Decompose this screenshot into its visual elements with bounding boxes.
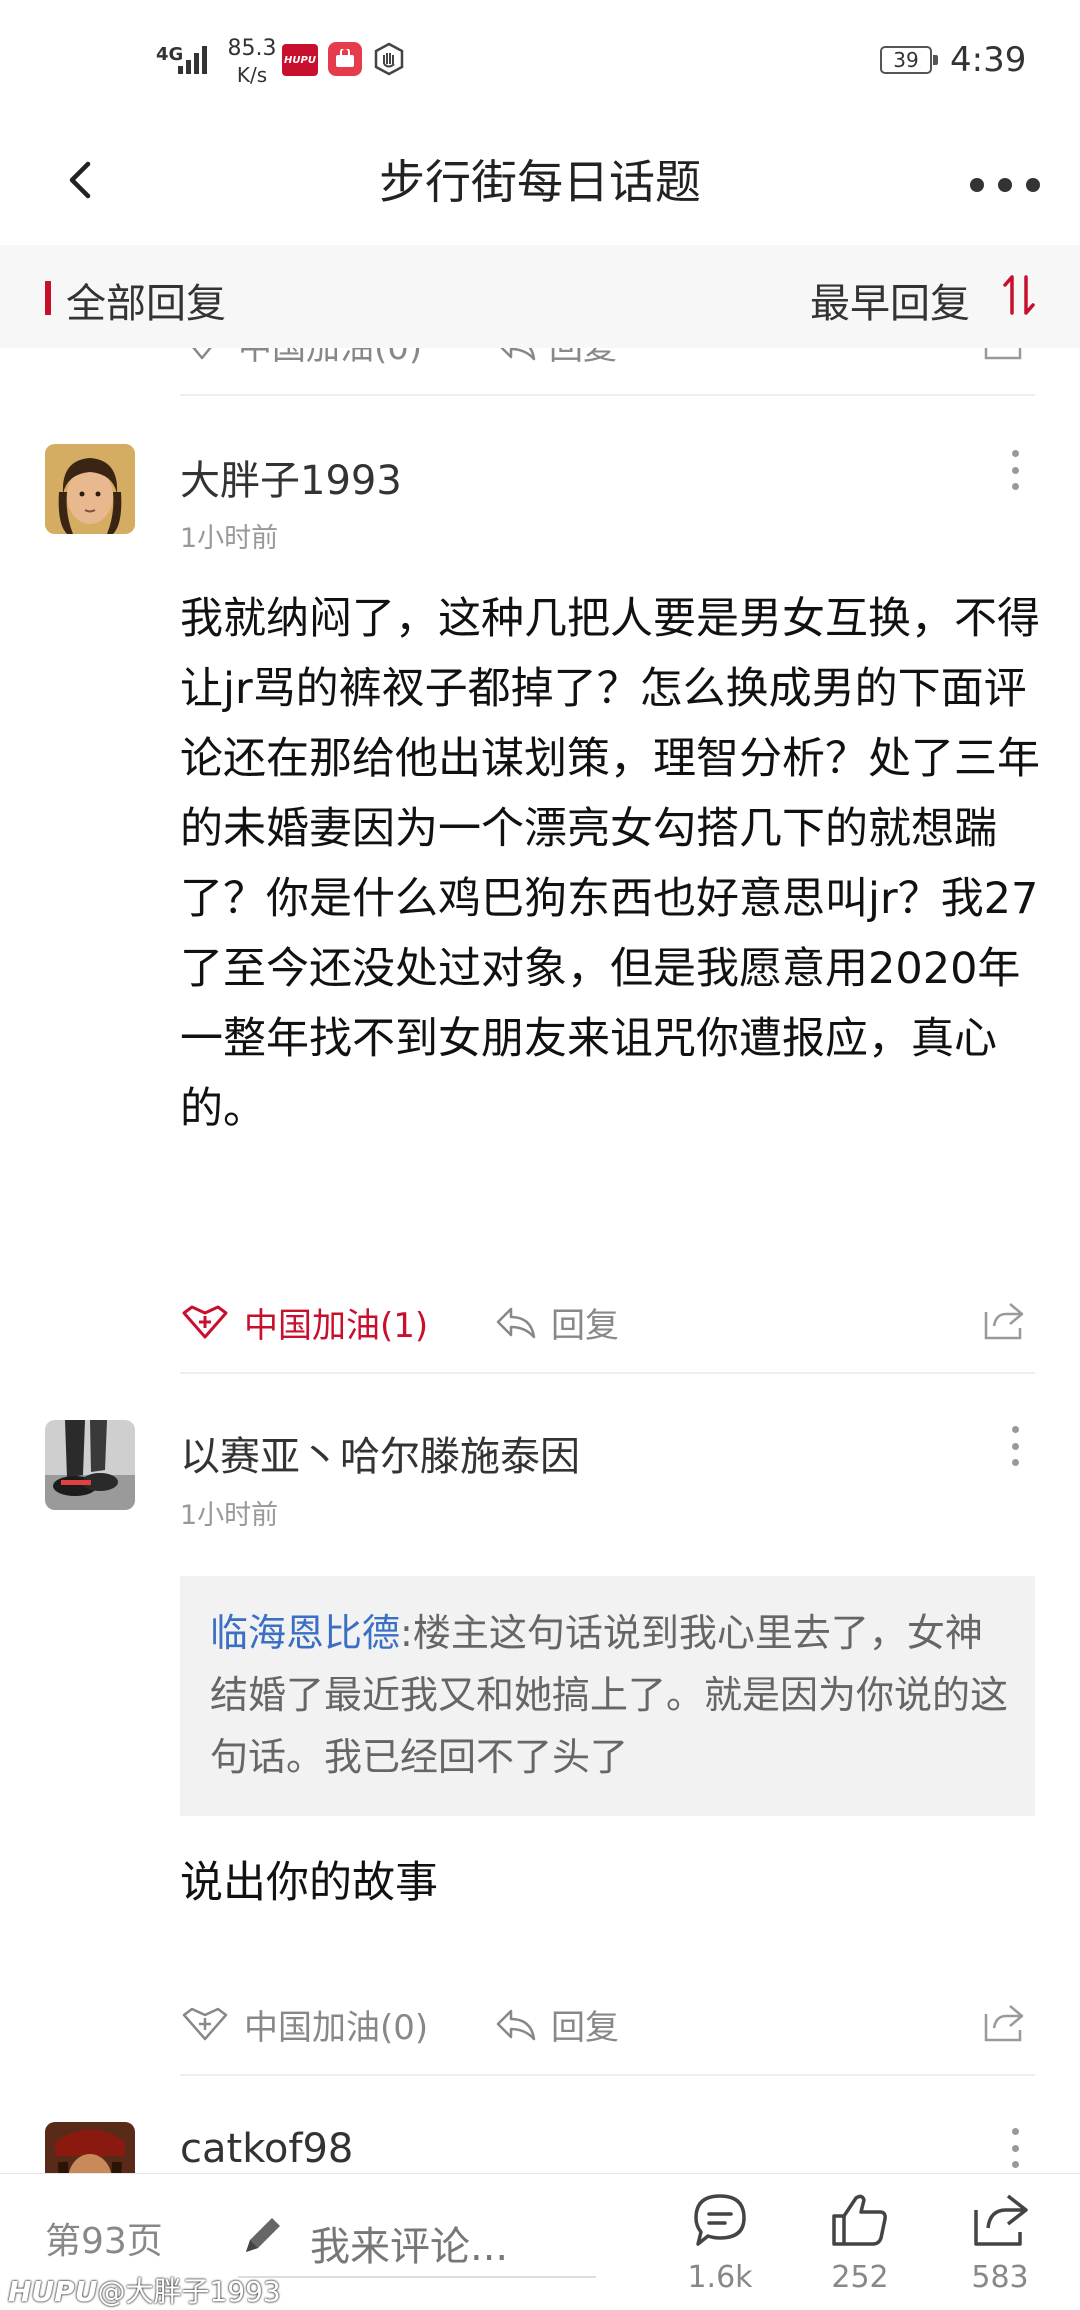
- reply-more-button[interactable]: [1009, 450, 1021, 490]
- page-indicator[interactable]: 第93页: [45, 2212, 163, 2264]
- comment-input[interactable]: 我来评论...: [238, 2194, 596, 2278]
- cheer-button[interactable]: 中国加油(1): [180, 1298, 428, 1347]
- comments-count: 1.6k: [687, 2260, 753, 2295]
- share-icon: [984, 348, 1022, 360]
- hupu-app-icon: HUPU: [282, 44, 318, 76]
- dot-icon: [1011, 483, 1019, 490]
- reply-body: 我就纳闷了，这种几把人要是男女互换，不得让jr骂的裤衩子都掉了？怎么换成男的下面…: [180, 594, 1040, 1134]
- dot-icon: [1011, 466, 1019, 474]
- avatar[interactable]: [45, 444, 135, 534]
- reply-arrow-icon: [496, 1307, 536, 1338]
- dot-icon: [1011, 450, 1019, 457]
- dot-icon: [1011, 1459, 1019, 1466]
- timestamp: 1小时前: [180, 523, 279, 554]
- share-icon: [984, 2005, 1024, 2042]
- quoted-author[interactable]: 临海恩比德: [210, 1611, 400, 1655]
- comments-button[interactable]: 1.6k: [660, 2192, 780, 2302]
- heart-plus-icon: [182, 1305, 228, 1338]
- page-title: 步行街每日话题: [379, 155, 701, 209]
- tab-indicator: [45, 281, 51, 315]
- reply-list: 中国加油(0) 回复 大胖子1993 1小时前 我就纳闷了，这种几把人要是男女互…: [0, 348, 1080, 2173]
- avatar[interactable]: [45, 2122, 135, 2173]
- cheer-label: 中国加油(1): [244, 1306, 429, 1346]
- cheer-label: 中国加油(0): [238, 348, 423, 368]
- divider: [180, 1372, 1035, 1374]
- like-button[interactable]: 252: [800, 2192, 920, 2302]
- reply-more-button[interactable]: [1009, 1426, 1021, 1466]
- network-speed-unit: K/s: [236, 63, 268, 87]
- share-button[interactable]: [982, 348, 1026, 362]
- navigation-bar: 步行街每日话题: [0, 120, 1080, 245]
- share-button[interactable]: [982, 2000, 1026, 2044]
- likes-count: 252: [831, 2260, 889, 2295]
- dot-icon: [1011, 1442, 1019, 1450]
- reply-arrow-icon: [500, 348, 536, 360]
- share-button[interactable]: [982, 1298, 1026, 1342]
- reply-button[interactable]: 回复: [495, 1298, 619, 1347]
- thumbs-up-icon: [832, 2194, 887, 2246]
- reply-more-button[interactable]: [1009, 2128, 1021, 2168]
- sort-label: 最早回复: [810, 281, 970, 327]
- dot-icon: [1011, 2161, 1019, 2168]
- sort-button[interactable]: 最早回复: [810, 269, 1050, 327]
- dot-icon: [1011, 2144, 1019, 2152]
- battery-level: 39: [893, 48, 919, 72]
- status-bar: 4G 85.3 K/s HUPU 39 4:39: [0, 0, 1080, 120]
- username[interactable]: catkof98: [180, 2126, 353, 2172]
- shares-count: 583: [971, 2260, 1029, 2295]
- divider: [180, 394, 1035, 396]
- network-speed-value: 85.3: [227, 36, 277, 61]
- share-icon: [974, 2194, 1028, 2246]
- watermark-brand: HUPU: [8, 2275, 98, 2308]
- sort-icon: [1003, 275, 1035, 315]
- watermark-user: @大胖子1993: [97, 2275, 281, 2308]
- username[interactable]: 大胖子1993: [180, 448, 402, 506]
- quoted-reply-text: 临海恩比德:楼主这句话说到我心里去了，女神结婚了最近我又和她搞上了。就是因为你说…: [210, 1602, 1010, 1788]
- battery-icon: 39: [880, 46, 938, 74]
- cheer-label: 中国加油(0): [244, 2008, 429, 2048]
- more-dot-icon: [970, 178, 984, 192]
- share-icon: [984, 1303, 1024, 1340]
- hupu-app-icon-text: HUPU: [284, 54, 316, 66]
- tab-all-replies[interactable]: 全部回复: [66, 271, 226, 329]
- comment-bubble-icon: [694, 2194, 746, 2246]
- dot-icon: [1011, 2128, 1019, 2135]
- hand-app-icon: [372, 42, 406, 76]
- username[interactable]: 以赛亚丶哈尔滕施泰因: [180, 1424, 580, 1482]
- timestamp: 1小时前: [180, 1500, 279, 1531]
- pencil-icon: [246, 2218, 280, 2252]
- heart-plus-icon: [182, 2007, 228, 2040]
- avatar[interactable]: [45, 1420, 135, 1510]
- network-speed: 85.3 K/s: [222, 36, 282, 88]
- reply-button[interactable]: 回复: [495, 348, 617, 369]
- comment-placeholder: 我来评论...: [310, 2224, 509, 2270]
- share-post-button[interactable]: 583: [940, 2192, 1060, 2302]
- reply-filter-bar: 全部回复 最早回复: [0, 245, 1080, 348]
- watermark: HUPU@大胖子1993: [8, 2270, 281, 2310]
- clock: 4:39: [950, 40, 1027, 80]
- cheer-button[interactable]: 中国加油(0): [180, 2000, 428, 2049]
- signal-icon: [178, 40, 212, 76]
- reply-arrow-icon: [496, 2009, 536, 2040]
- divider: [180, 2074, 1035, 2076]
- more-dot-icon: [998, 178, 1012, 192]
- reply-body: 说出你的故事: [180, 1858, 438, 1908]
- reply-label: 回复: [549, 348, 617, 368]
- more-options-button[interactable]: [970, 160, 1040, 210]
- reply-label: 回复: [551, 2008, 619, 2048]
- cheer-button[interactable]: 中国加油(0): [180, 348, 422, 369]
- heart-plus-icon: [192, 348, 212, 359]
- quoted-reply[interactable]: 临海恩比德:楼主这句话说到我心里去了，女神结婚了最近我又和她搞上了。就是因为你说…: [180, 1576, 1035, 1816]
- shopping-app-icon: [328, 42, 362, 76]
- bottom-action-bar: 第93页 我来评论... 1.6k 252 583 HUPU@大胖子1993: [0, 2173, 1080, 2310]
- reply-button[interactable]: 回复: [495, 2000, 619, 2049]
- dot-icon: [1011, 1426, 1019, 1433]
- more-dot-icon: [1026, 178, 1040, 192]
- reply-label: 回复: [551, 1306, 619, 1346]
